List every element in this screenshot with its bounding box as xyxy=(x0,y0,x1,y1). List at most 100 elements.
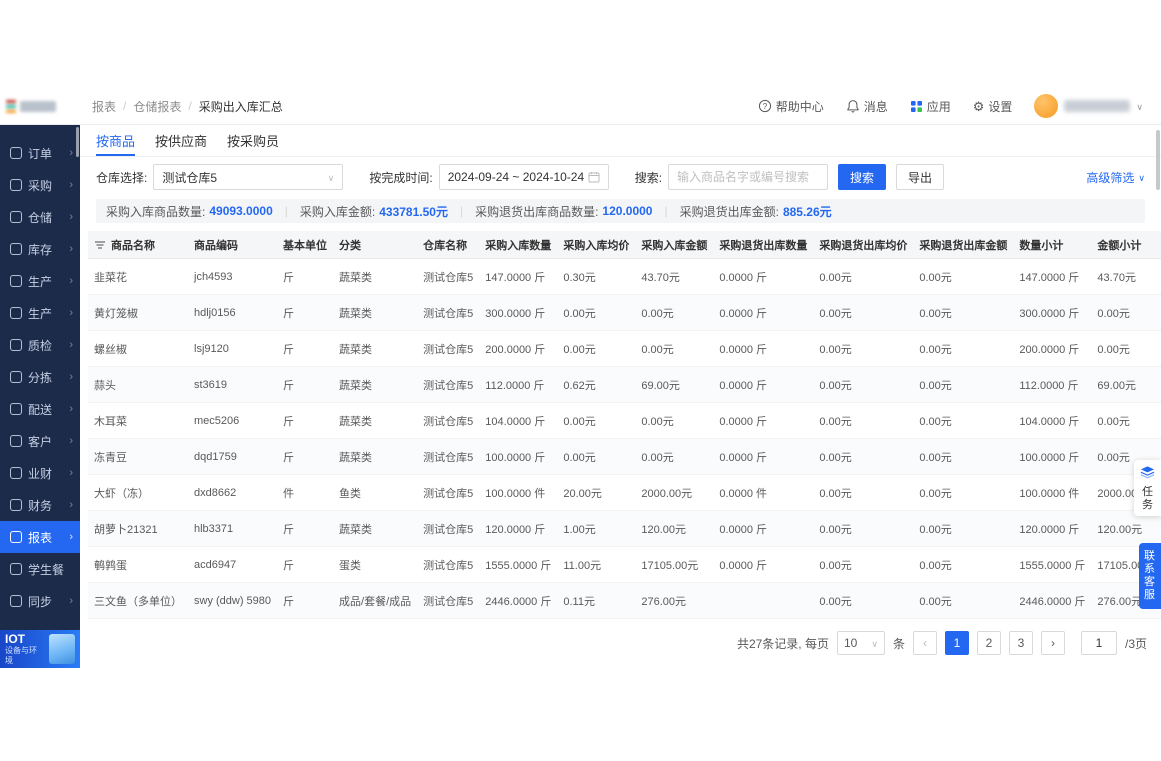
tab-bar: 按商品 按供应商 按采购员 xyxy=(80,125,1161,157)
quality-icon xyxy=(10,339,22,351)
messages-link[interactable]: 消息 xyxy=(846,98,888,115)
breadcrumb-reports[interactable]: 报表 xyxy=(92,98,116,115)
logo-text-blurred xyxy=(20,100,56,112)
main-content: 按商品 按供应商 按采购员 仓库选择: 测试仓库5 按完成时间: 2024-09… xyxy=(80,125,1161,668)
app-window: 报表 / 仓储报表 / 采购出入库汇总 ? 帮助中心 消息 应用 ⚙ 设置 ∨ … xyxy=(0,88,1161,668)
delivery-icon xyxy=(10,403,22,415)
chevron-right-icon xyxy=(69,339,73,351)
chevron-down-icon xyxy=(871,636,878,650)
page-size-select[interactable]: 10 xyxy=(836,631,885,655)
tab-by-product[interactable]: 按商品 xyxy=(96,125,136,156)
warehouse-select[interactable]: 测试仓库5 xyxy=(153,164,344,190)
sidebar-item-reports[interactable]: 报表 xyxy=(0,521,80,553)
sidebar-item-quality[interactable]: 质检 xyxy=(0,329,80,361)
finance-icon xyxy=(10,499,22,511)
apps-link[interactable]: 应用 xyxy=(910,98,951,115)
tab-by-purchaser[interactable]: 按采购员 xyxy=(227,125,279,156)
help-center-link[interactable]: ? 帮助中心 xyxy=(758,98,824,115)
svg-text:?: ? xyxy=(762,102,767,111)
sidebar-item-business-finance[interactable]: 业财 xyxy=(0,457,80,489)
customers-icon xyxy=(10,435,22,447)
page-jump-input[interactable] xyxy=(1080,631,1117,655)
sidebar-item-sync[interactable]: 同步 xyxy=(0,585,80,617)
table-row: 黄灯笼椒 hdlj0156 斤 蔬菜类 测试仓库5 300.0000 斤 0.00元 0.… xyxy=(88,294,1161,331)
column-filter-icon[interactable] xyxy=(94,239,106,251)
avatar xyxy=(1034,94,1059,118)
apps-grid-icon xyxy=(910,100,922,112)
table-row: 三文鱼（多单位） swy (ddw) 5980 斤 成品/套餐/成品 测试仓库5 244… xyxy=(88,582,1161,619)
sidebar-item-student-meals[interactable]: 学生餐 xyxy=(0,553,80,585)
sorting-icon xyxy=(10,371,22,383)
sidebar-item-orders[interactable]: 订单 xyxy=(0,137,80,169)
gear-icon: ⚙ xyxy=(972,98,985,114)
sidebar-scrollbar[interactable] xyxy=(76,127,79,157)
settings-link[interactable]: ⚙ 设置 xyxy=(973,98,1013,115)
table-row: 大虾（冻） dxd8662 件 鱼类 测试仓库5 100.0000 件 20.00元 20… xyxy=(88,474,1161,511)
page-button-1[interactable]: 1 xyxy=(944,631,969,655)
inventory-icon xyxy=(10,243,22,255)
warehousing-icon xyxy=(10,211,22,223)
production-icon xyxy=(10,275,22,287)
sync-icon xyxy=(10,595,22,607)
table-row: 冻青豆 dqd1759 斤 蔬菜类 测试仓库5 100.0000 斤 0.00元 0.00… xyxy=(88,438,1161,475)
breadcrumb-warehouse-reports[interactable]: 仓储报表 xyxy=(133,98,181,115)
sidebar-item-inventory[interactable]: 库存 xyxy=(0,233,80,265)
table-row: 鹌鹑蛋 acd6947 斤 蛋类 测试仓库5 1555.0000 斤 11.00元 171… xyxy=(88,546,1161,583)
date-range-picker[interactable]: 2024-09-24 ~ 2024-10-24 xyxy=(438,164,609,190)
next-page-button[interactable] xyxy=(1040,631,1065,655)
task-float-button[interactable]: 任务 xyxy=(1134,460,1161,516)
page-button-3[interactable]: 3 xyxy=(1008,631,1033,655)
sidebar-item-finance[interactable]: 财务 xyxy=(0,489,80,521)
sidebar-item-procurement[interactable]: 采购 xyxy=(0,169,80,201)
content-scrollbar[interactable] xyxy=(1156,130,1160,190)
purchase-in-amount: 433781.50元 xyxy=(379,204,448,219)
logo-marks xyxy=(6,99,16,113)
reports-icon xyxy=(10,531,22,543)
chevron-right-icon xyxy=(69,499,73,511)
sidebar-item-production[interactable]: 生产 xyxy=(0,265,80,297)
breadcrumb-separator: / xyxy=(123,99,127,113)
iot-banner[interactable]: IOT 设备与环境 xyxy=(0,630,80,668)
search-input[interactable] xyxy=(668,164,829,190)
search-button[interactable]: 搜索 xyxy=(838,164,887,190)
chevron-right-icon xyxy=(69,275,73,287)
user-menu[interactable] xyxy=(1034,94,1143,118)
pagination: 共27条记录, 每页 10 条 1 2 3 /3页 xyxy=(80,619,1161,655)
purchase-in-qty: 49093.0000 xyxy=(209,204,273,218)
advanced-filter-link[interactable]: 高级筛选 xyxy=(1086,169,1145,186)
chevron-right-icon xyxy=(69,179,73,191)
sidebar-item-warehousing[interactable]: 仓储 xyxy=(0,201,80,233)
return-out-qty: 120.0000 xyxy=(602,204,653,218)
table-row: 韭菜花 jch4593 斤 蔬菜类 测试仓库5 147.0000 斤 0.30元 43.7… xyxy=(88,258,1161,295)
sidebar-item-sorting[interactable]: 分拣 xyxy=(0,361,80,393)
chevron-right-icon xyxy=(69,147,73,159)
bell-icon xyxy=(847,100,859,113)
return-out-amount: 885.26元 xyxy=(782,204,832,219)
sidebar-item-delivery[interactable]: 配送 xyxy=(0,393,80,425)
table-row: 螺丝椒 lsj9120 斤 蔬菜类 测试仓库5 200.0000 斤 0.00元 0.00… xyxy=(88,330,1161,367)
export-button[interactable]: 导出 xyxy=(896,164,945,190)
student-meals-icon xyxy=(10,563,22,575)
calendar-icon xyxy=(588,172,600,183)
tab-by-supplier[interactable]: 按供应商 xyxy=(155,125,207,156)
chevron-right-icon xyxy=(69,403,73,415)
breadcrumb-separator: / xyxy=(188,99,192,113)
contact-service-button[interactable]: 联系客服 xyxy=(1139,543,1161,609)
chevron-right-icon xyxy=(69,531,73,543)
prev-page-button[interactable] xyxy=(912,631,937,655)
sidebar: 订单 采购 仓储 库存 生产 生产 质检 xyxy=(0,125,80,668)
page-button-2[interactable]: 2 xyxy=(976,631,1001,655)
chevron-down-icon xyxy=(1136,99,1143,113)
sidebar-item-customers[interactable]: 客户 xyxy=(0,425,80,457)
table-row: 蒜头 st3619 斤 蔬菜类 测试仓库5 112.0000 斤 0.62元 69.00元… xyxy=(88,366,1161,403)
iot-image xyxy=(49,634,75,664)
chevron-right-icon xyxy=(69,435,73,447)
report-table: 商品名称 商品编码 基本单位 分类 仓库名称 采购入库数量 采购入库均价 采购入… xyxy=(80,231,1161,619)
chevron-right-icon xyxy=(69,307,73,319)
username-blurred xyxy=(1064,100,1131,112)
app-logo-blurred xyxy=(0,88,80,124)
topbar: 报表 / 仓储报表 / 采购出入库汇总 ? 帮助中心 消息 应用 ⚙ 设置 ∨ xyxy=(0,88,1161,125)
table-row: 胡萝卜21321 hlb3371 斤 蔬菜类 测试仓库5 120.0000 斤 1.00… xyxy=(88,510,1161,547)
sidebar-item-production-2[interactable]: 生产 xyxy=(0,297,80,329)
layers-icon xyxy=(1140,466,1155,479)
